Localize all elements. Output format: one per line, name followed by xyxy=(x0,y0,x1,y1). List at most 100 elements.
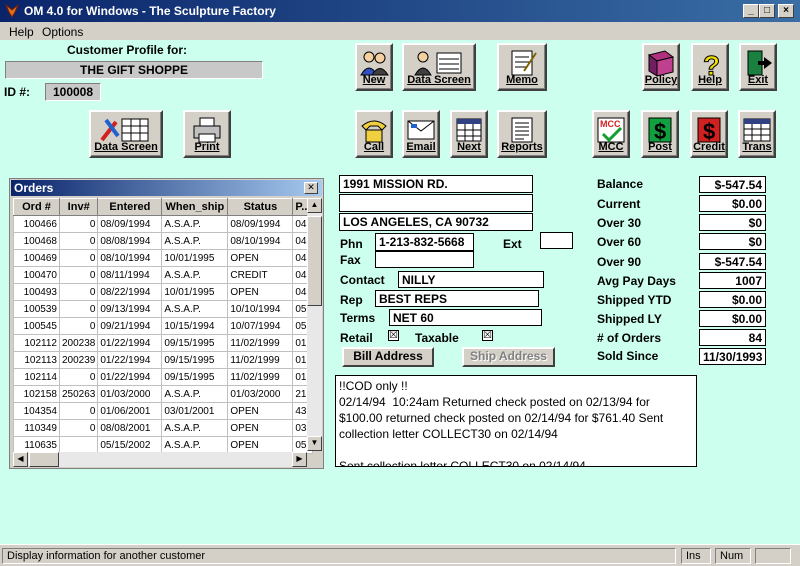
calendar-next-icon xyxy=(456,118,482,142)
email-button[interactable]: Email xyxy=(402,110,440,158)
table-cell: 0 xyxy=(58,249,99,267)
help-button[interactable]: ? Help xyxy=(691,43,729,91)
avg-pay-days-value: 1007 xyxy=(699,272,766,289)
status-message: Display information for another customer xyxy=(2,548,676,564)
orders-column-header[interactable]: When_ship xyxy=(161,198,229,216)
maximize-button[interactable]: □ xyxy=(759,4,775,18)
table-row[interactable]: 100466 0 08/09/1994 A.S.A.P. 08/09/1994 04 xyxy=(13,215,314,233)
rep-label: Rep xyxy=(340,293,363,307)
ship-address-button[interactable]: Ship Address xyxy=(462,347,555,367)
scroll-right-arrow-icon[interactable]: ▶ xyxy=(292,452,307,467)
taxable-checkbox[interactable]: ☒ xyxy=(482,330,493,341)
retail-checkbox[interactable]: ☒ xyxy=(388,330,399,341)
menu-bar: Help Options xyxy=(0,22,800,40)
table-row[interactable]: 102112 200238 01/22/1994 09/15/1995 11/02/19… xyxy=(13,334,314,352)
orders-table: Ord # Inv# Entered When_ship Status P... 1004… xyxy=(13,198,314,454)
dollar-green-icon: $ xyxy=(648,117,672,144)
data-screen-button-top[interactable]: Data Screen xyxy=(402,43,476,91)
table-cell: 0 xyxy=(58,402,99,420)
new-button[interactable]: New xyxy=(355,43,393,91)
table-row[interactable]: 102158 250263 01/03/2000 A.S.A.P. 01/03/2000… xyxy=(13,385,314,403)
table-cell: 100545 xyxy=(13,317,60,335)
hscroll-thumb[interactable] xyxy=(29,452,59,467)
phone-label: Phn xyxy=(340,237,363,251)
table-cell: 0 xyxy=(58,215,99,233)
reports-button[interactable]: Reports xyxy=(497,110,547,158)
ledger-icon xyxy=(743,118,771,142)
order-count-label: # of Orders xyxy=(597,331,662,345)
table-row[interactable]: 100470 0 08/11/1994 A.S.A.P. CREDIT 04 xyxy=(13,266,314,284)
table-row[interactable]: 100493 0 08/22/1994 10/01/1995 OPEN 04 xyxy=(13,283,314,301)
table-row[interactable]: 100545 0 09/21/1994 10/15/1994 10/07/1994 05 xyxy=(13,317,314,335)
address-line2[interactable] xyxy=(339,194,533,212)
table-cell: 08/10/1994 xyxy=(227,232,294,250)
table-cell: 100468 xyxy=(13,232,60,250)
orders-column-header[interactable]: Entered xyxy=(97,198,163,216)
scroll-up-arrow-icon[interactable]: ▲ xyxy=(307,198,322,213)
ext-field[interactable] xyxy=(540,232,573,249)
current-label: Current xyxy=(597,197,641,211)
scroll-down-arrow-icon[interactable]: ▼ xyxy=(307,436,322,451)
menu-help[interactable]: Help xyxy=(9,25,34,39)
order-count-value: 84 xyxy=(699,329,766,346)
menu-options[interactable]: Options xyxy=(42,25,83,39)
scroll-left-arrow-icon[interactable]: ◀ xyxy=(13,452,28,467)
table-cell: 08/22/1994 xyxy=(97,283,163,301)
status-empty-pane xyxy=(755,548,791,564)
people-icon xyxy=(360,51,389,76)
table-row[interactable]: 100468 0 08/08/1994 A.S.A.P. 08/10/1994 04 xyxy=(13,232,314,250)
table-row[interactable]: 110349 0 08/08/2001 A.S.A.P. OPEN 03 xyxy=(13,419,314,437)
address-line1[interactable]: 1991 MISSION RD. xyxy=(339,175,533,193)
table-cell: 0 xyxy=(58,232,99,250)
email-icon xyxy=(407,120,435,140)
trans-button[interactable]: Trans xyxy=(738,110,776,158)
status-bar: Display information for another customer… xyxy=(0,544,800,566)
orders-horizontal-scrollbar[interactable]: ◀ ▶ xyxy=(13,452,307,467)
table-cell: 0 xyxy=(58,283,99,301)
address-city[interactable]: LOS ANGELES, CA 90732 xyxy=(339,213,533,231)
table-cell: A.S.A.P. xyxy=(161,419,229,437)
table-cell: 100466 xyxy=(13,215,60,233)
orders-close-button[interactable]: ✕ xyxy=(304,182,318,194)
print-button[interactable]: Print xyxy=(183,110,231,158)
over90-value: $-547.54 xyxy=(699,253,766,270)
table-cell: 09/15/1995 xyxy=(161,351,229,369)
table-cell: 08/08/1994 xyxy=(97,232,163,250)
table-row[interactable]: 110635 05/15/2002 A.S.A.P. OPEN 05 xyxy=(13,436,314,454)
table-row[interactable]: 104354 0 01/06/2001 03/01/2001 OPEN 43 xyxy=(13,402,314,420)
contact-field[interactable]: NILLY xyxy=(398,271,544,288)
table-row[interactable]: 102114 0 01/22/1994 09/15/1995 11/02/1999 01 xyxy=(13,368,314,386)
orders-column-header[interactable]: Status xyxy=(227,198,294,216)
table-row[interactable]: 102113 200239 01/22/1994 09/15/1995 11/02/19… xyxy=(13,351,314,369)
mcc-button[interactable]: MCC MCC xyxy=(592,110,630,158)
customer-notes[interactable]: !!COD only !! 02/14/94 10:24am Returned … xyxy=(335,375,697,467)
credit-button[interactable]: $ Credit xyxy=(690,110,728,158)
post-button[interactable]: $ Post xyxy=(641,110,679,158)
phone-field[interactable]: 1-213-832-5668 xyxy=(375,233,474,251)
bill-address-button[interactable]: Bill Address xyxy=(342,347,434,367)
memo-button[interactable]: Memo xyxy=(497,43,547,91)
printer-icon xyxy=(193,117,221,143)
rep-field[interactable]: BEST REPS xyxy=(375,290,539,307)
table-cell: 09/15/1995 xyxy=(161,368,229,386)
table-cell: 08/09/1994 xyxy=(227,215,294,233)
terms-field[interactable]: NET 60 xyxy=(389,309,542,326)
close-button[interactable]: × xyxy=(778,4,794,18)
call-button[interactable]: Call xyxy=(355,110,393,158)
policy-button[interactable]: Policy xyxy=(642,43,680,91)
table-row[interactable]: 100469 0 08/10/1994 10/01/1995 OPEN 04 xyxy=(13,249,314,267)
exit-button[interactable]: Exit xyxy=(739,43,777,91)
dollar-red-icon: $ xyxy=(697,117,721,144)
table-cell: A.S.A.P. xyxy=(161,436,229,454)
minimize-button[interactable]: _ xyxy=(743,4,759,18)
data-screen-button[interactable]: Data Screen xyxy=(89,110,163,158)
report-document-icon xyxy=(511,117,533,143)
orders-column-header[interactable]: Ord # xyxy=(13,198,60,216)
table-row[interactable]: 100539 0 09/13/1994 A.S.A.P. 10/10/1994 05 xyxy=(13,300,314,318)
fax-field[interactable] xyxy=(375,251,474,268)
orders-vertical-scrollbar[interactable]: ▲ ▼ xyxy=(307,198,322,451)
status-num: Num xyxy=(715,548,751,564)
scroll-thumb[interactable] xyxy=(307,216,322,306)
orders-column-header[interactable]: Inv# xyxy=(58,198,99,216)
next-button[interactable]: Next xyxy=(450,110,488,158)
